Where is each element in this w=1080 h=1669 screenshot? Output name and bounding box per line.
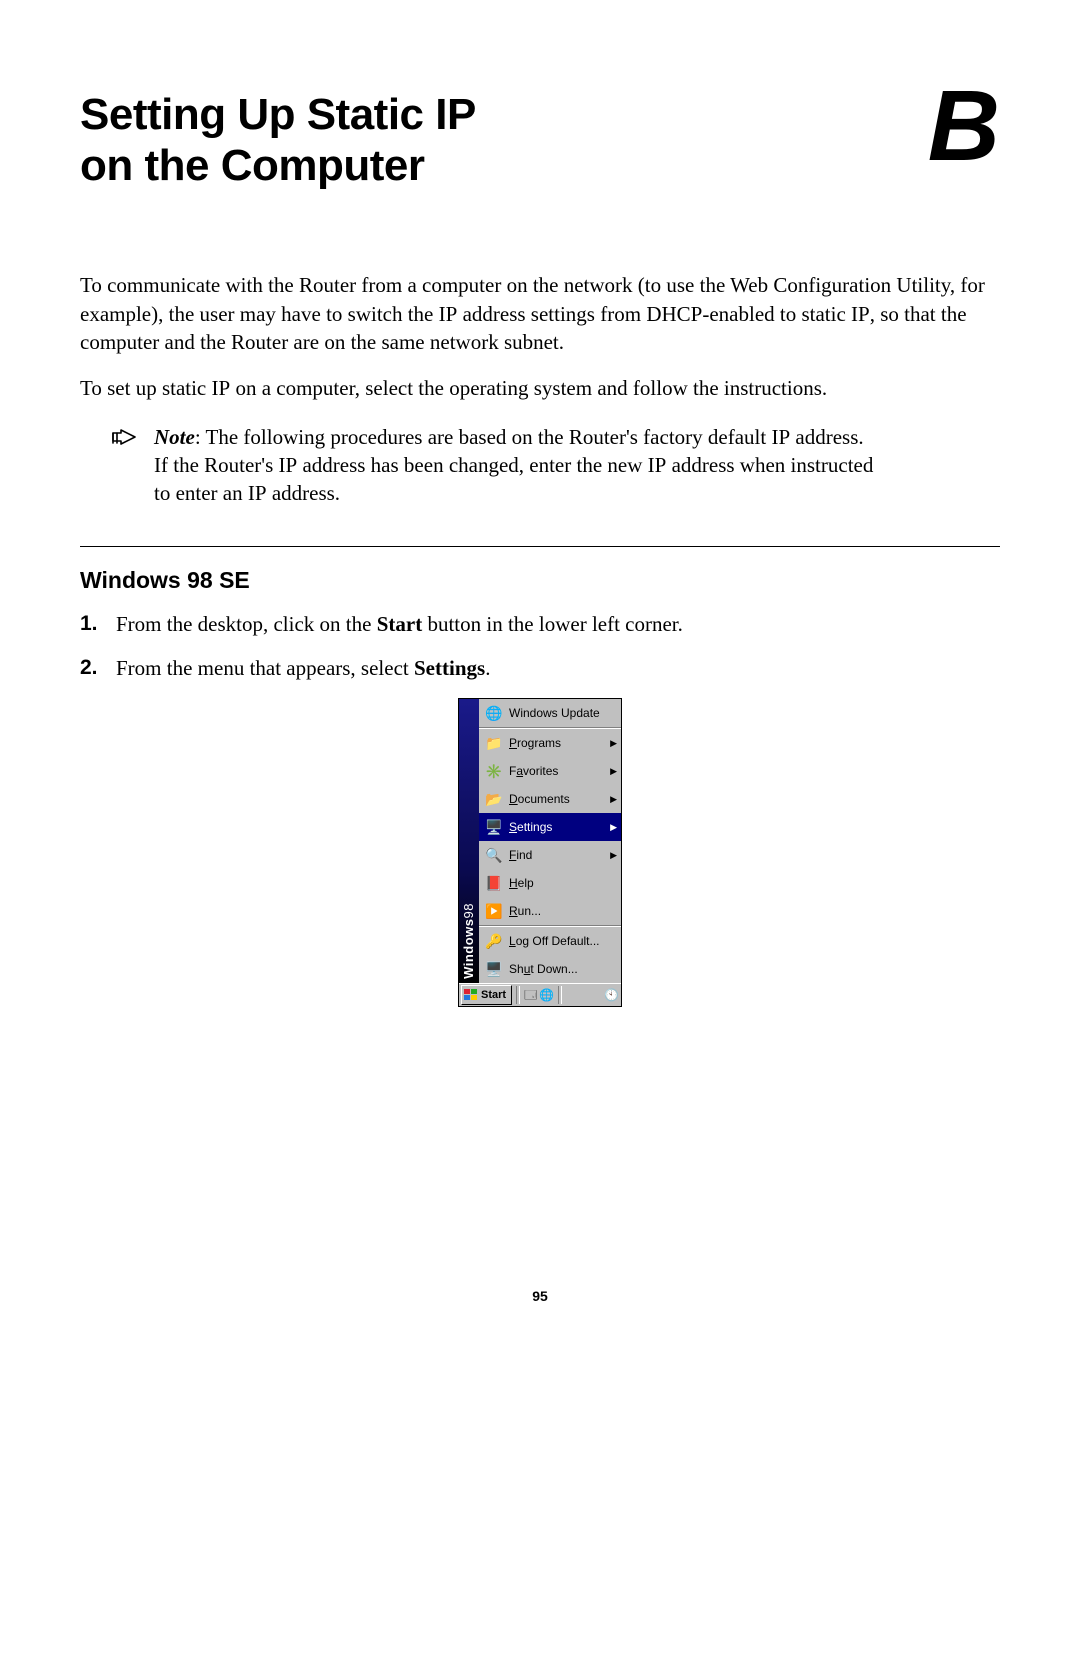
start-menu-item[interactable]: ▶️Run... — [479, 897, 621, 925]
menu-item-icon: 📂 — [483, 790, 505, 808]
submenu-arrow-icon: ▶ — [610, 765, 617, 777]
start-button-label: Start — [481, 988, 506, 1003]
step-text: From the desktop, click on the Start but… — [116, 610, 1000, 638]
start-menu-banner: Windows98 — [459, 699, 479, 983]
submenu-arrow-icon: ▶ — [610, 737, 617, 749]
quicklaunch-icon[interactable]: 🌐 — [539, 987, 554, 1003]
second-paragraph: To set up static IP on a computer, selec… — [80, 374, 1000, 402]
step-2: 2. From the menu that appears, select Se… — [80, 654, 1000, 682]
start-menu: Windows98 🌐Windows Update📁Programs▶✳️Fav… — [458, 698, 622, 1007]
start-menu-item[interactable]: 🌐Windows Update — [479, 699, 621, 727]
title-line-2: on the Computer — [80, 141, 476, 192]
menu-item-label: Find — [509, 847, 532, 863]
taskbar: Start 🗔 🌐 🕙 — [459, 983, 621, 1006]
note-block: Note: The following procedures are based… — [110, 423, 1000, 508]
menu-item-icon: 📕 — [483, 874, 505, 892]
start-menu-item[interactable]: ✳️Favorites ▶ — [479, 757, 621, 785]
taskbar-divider — [558, 986, 562, 1004]
pointing-hand-icon — [110, 427, 144, 456]
title-line-1: Setting Up Static IP — [80, 90, 476, 141]
menu-item-icon: 🔍 — [483, 846, 505, 864]
menu-item-icon: 🔑 — [483, 932, 505, 950]
start-menu-item[interactable]: 📂Documents ▶ — [479, 785, 621, 813]
taskbar-divider — [516, 986, 520, 1004]
submenu-arrow-icon: ▶ — [610, 849, 617, 861]
menu-item-icon: 📁 — [483, 734, 505, 752]
submenu-arrow-icon: ▶ — [610, 793, 617, 805]
menu-item-label: Shut Down... — [509, 961, 578, 977]
step-number: 2. — [80, 654, 116, 682]
menu-item-label: Help — [509, 875, 534, 891]
start-menu-item[interactable]: 📕Help — [479, 869, 621, 897]
menu-item-icon: 🖥️ — [483, 818, 505, 836]
submenu-arrow-icon: ▶ — [610, 821, 617, 833]
note-text: Note: The following procedures are based… — [154, 423, 880, 508]
start-menu-item[interactable]: 🔍Find ▶ — [479, 841, 621, 869]
menu-item-icon: ✳️ — [483, 762, 505, 780]
start-menu-item[interactable]: 🖥️Shut Down... — [479, 955, 621, 983]
menu-item-icon: 🌐 — [483, 704, 505, 722]
menu-item-icon: ▶️ — [483, 902, 505, 920]
menu-item-label: Windows Update — [509, 705, 600, 721]
note-body: : The following procedures are based on … — [154, 425, 873, 506]
menu-item-label: Documents — [509, 791, 570, 807]
page-header: Setting Up Static IP on the Computer B — [80, 90, 1000, 191]
note-label: Note — [154, 425, 195, 449]
menu-item-icon: 🖥️ — [483, 960, 505, 978]
menu-item-label: Log Off Default... — [509, 933, 600, 949]
menu-item-label: Run... — [509, 903, 541, 919]
windows-logo-icon — [464, 989, 478, 1001]
start-menu-item[interactable]: 🔑Log Off Default... — [479, 927, 621, 955]
appendix-letter: B — [928, 84, 1000, 169]
start-menu-item[interactable]: 📁Programs ▶ — [479, 729, 621, 757]
section-divider — [80, 546, 1000, 547]
start-button[interactable]: Start — [461, 985, 512, 1005]
start-menu-figure: Windows98 🌐Windows Update📁Programs▶✳️Fav… — [80, 698, 1000, 1007]
page-title: Setting Up Static IP on the Computer — [80, 90, 476, 191]
start-menu-items: 🌐Windows Update📁Programs▶✳️Favorites▶📂Do… — [479, 699, 621, 983]
step-1: 1. From the desktop, click on the Start … — [80, 610, 1000, 638]
tray-icon: 🕙 — [604, 987, 619, 1003]
menu-item-label: Programs — [509, 735, 561, 751]
step-number: 1. — [80, 610, 116, 638]
step-text: From the menu that appears, select Setti… — [116, 654, 1000, 682]
section-heading: Windows 98 SE — [80, 565, 1000, 596]
banner-label: Windows98 — [460, 903, 478, 979]
quicklaunch-icon[interactable]: 🗔 — [524, 987, 537, 1003]
start-menu-item[interactable]: 🖥️Settings ▶ — [479, 813, 621, 841]
page-number: 95 — [80, 1287, 1000, 1306]
menu-item-label: Settings — [509, 819, 552, 835]
steps-list: 1. From the desktop, click on the Start … — [80, 610, 1000, 683]
menu-item-label: Favorites — [509, 763, 558, 779]
intro-paragraph: To communicate with the Router from a co… — [80, 271, 1000, 356]
